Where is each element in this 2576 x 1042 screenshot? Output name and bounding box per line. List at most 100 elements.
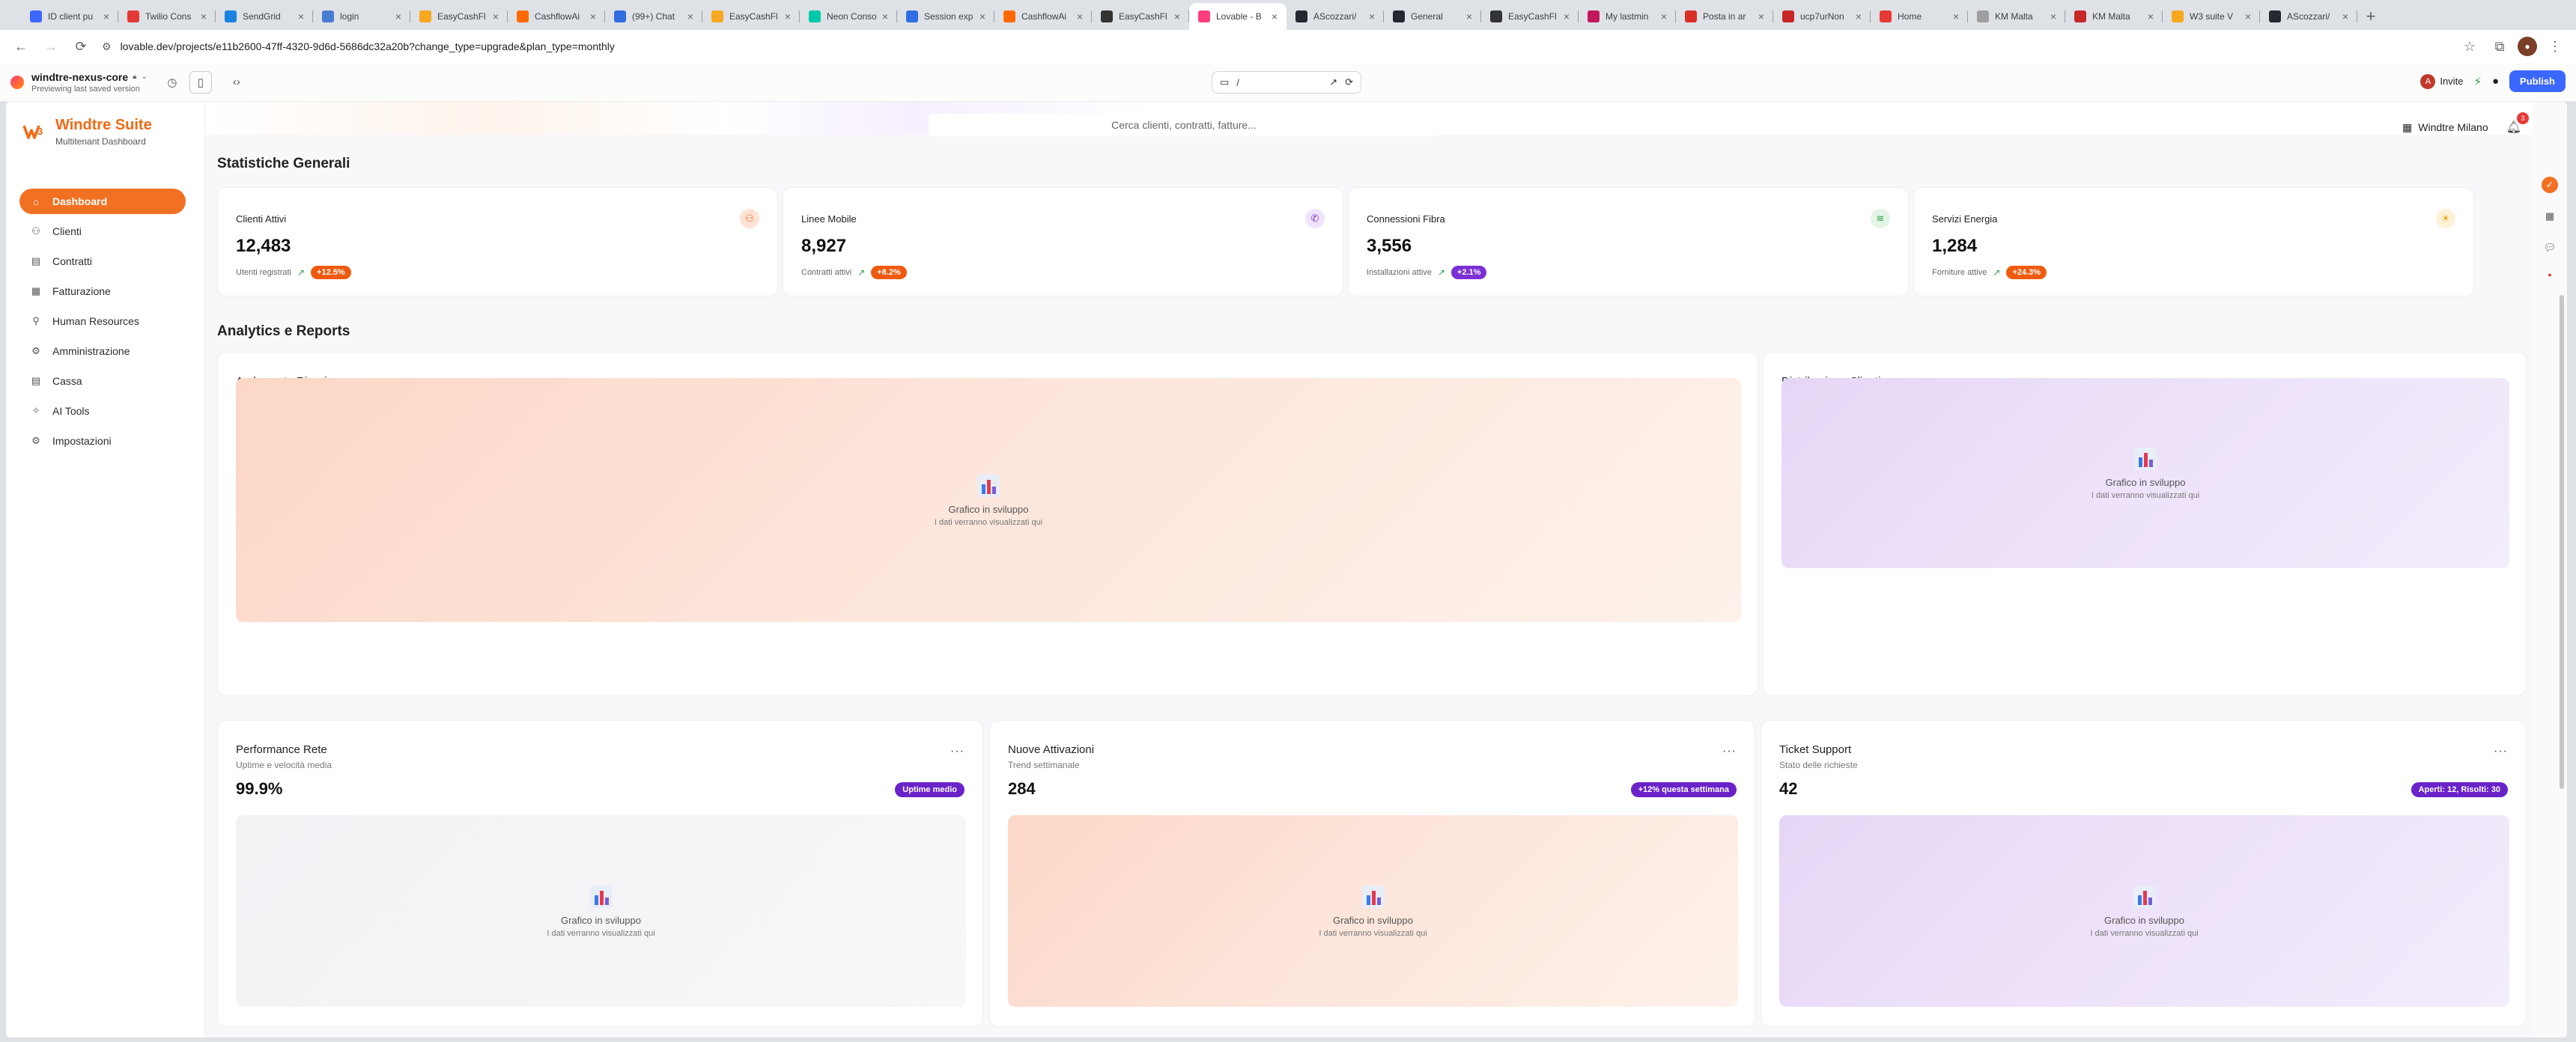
close-icon[interactable]: × xyxy=(1272,10,1278,22)
close-icon[interactable]: × xyxy=(1661,10,1667,22)
browser-tab[interactable]: login × xyxy=(313,3,410,30)
stat-value: 3,556 xyxy=(1367,236,1412,256)
tab-title: EasyCashFl xyxy=(437,11,486,22)
profile-avatar[interactable]: ● xyxy=(2518,37,2537,56)
browser-tab[interactable]: KM Malta × xyxy=(2065,3,2163,30)
close-icon[interactable]: × xyxy=(103,10,109,22)
bell-icon[interactable]: 🔔︎ 3 xyxy=(2506,112,2529,135)
browser-tab[interactable]: W3 suite V × xyxy=(2163,3,2260,30)
browser-tab[interactable]: Neon Conso × xyxy=(800,3,897,30)
browser-tab[interactable]: EasyCashFl × xyxy=(1092,3,1189,30)
browser-tab[interactable]: Posta in ar × xyxy=(1676,3,1773,30)
close-icon[interactable]: × xyxy=(1564,10,1570,22)
browser-tab[interactable]: Twilio Cons × xyxy=(118,3,216,30)
sidebar-item-cassa[interactable]: ▤ Cassa xyxy=(19,368,186,394)
sidebar-item-fatturazione[interactable]: ▦ Fatturazione xyxy=(19,278,186,304)
browser-tab[interactable]: EasyCashFl × xyxy=(410,3,508,30)
sidebar-item-contratti[interactable]: ▤ Contratti xyxy=(19,249,186,274)
browser-tab[interactable]: (99+) Chat × xyxy=(605,3,702,30)
new-tab-button[interactable]: + xyxy=(2357,3,2384,30)
sidebar-toggle-icon[interactable]: ▯ xyxy=(189,70,212,94)
preview-path-field[interactable]: ▭ / ↗ ⟳ xyxy=(1212,71,1361,94)
github-icon[interactable]: ● xyxy=(2492,75,2499,88)
close-icon[interactable]: × xyxy=(201,10,207,22)
bar-chart-icon xyxy=(1361,885,1385,909)
sidebar-item-human-resources[interactable]: ⚲ Human Resources xyxy=(19,308,186,334)
project-info[interactable]: windtre-nexus-core 🔒︎ ⌄ Previewing last … xyxy=(31,71,148,94)
close-icon[interactable]: × xyxy=(2245,10,2251,22)
close-icon[interactable]: × xyxy=(395,10,401,22)
more-options-icon[interactable]: ··· xyxy=(950,745,965,758)
close-icon[interactable]: × xyxy=(1953,10,1959,22)
close-icon[interactable]: × xyxy=(1466,10,1472,22)
tenant-selector[interactable]: ▦ Windtre Milano xyxy=(2402,121,2488,134)
stat-card[interactable]: Servizi Energia 1,284 Forniture attive ↗ +24… xyxy=(1913,187,2474,296)
browser-tab[interactable]: KM Malta × xyxy=(1968,3,2065,30)
sidebar-item-amministrazione[interactable]: ⚙ Amministrazione xyxy=(19,338,186,364)
back-button[interactable]: ← xyxy=(9,34,33,58)
open-external-icon[interactable]: ↗ xyxy=(1329,76,1337,88)
document-icon: ▤ xyxy=(31,375,41,386)
more-options-icon[interactable]: ··· xyxy=(2494,745,2508,758)
invite-button[interactable]: A Invite xyxy=(2420,73,2463,89)
scrollbar[interactable] xyxy=(2560,295,2564,789)
close-icon[interactable]: × xyxy=(1856,10,1862,22)
browser-tab[interactable]: Lovable - B × xyxy=(1189,3,1287,30)
close-icon[interactable]: × xyxy=(1758,10,1764,22)
extensions-icon[interactable]: ⧉ xyxy=(2488,34,2512,58)
close-icon[interactable]: × xyxy=(785,10,791,22)
sidebar-item-dashboard[interactable]: ⌂ Dashboard xyxy=(19,189,186,214)
bookmark-star-icon[interactable]: ☆ xyxy=(2458,34,2482,58)
address-bar[interactable]: ⚙ lovable.dev/projects/e11b2600-47ff-432… xyxy=(99,34,2452,58)
site-info-icon[interactable]: ⚙ xyxy=(102,40,112,53)
browser-tab[interactable]: General × xyxy=(1384,3,1481,30)
stat-card[interactable]: Connessioni Fibra 3,556 Installazioni atti… xyxy=(1348,187,1909,296)
browser-tab[interactable]: EasyCashFl × xyxy=(702,3,800,30)
close-icon[interactable]: × xyxy=(1369,10,1375,22)
browser-tab[interactable]: Home × xyxy=(1871,3,1968,30)
close-icon[interactable]: × xyxy=(687,10,693,22)
brand[interactable]: 3 Windtre Suite Multitenant Dashboard xyxy=(21,117,152,147)
calendar-icon[interactable]: ▦ xyxy=(2542,208,2558,225)
close-icon[interactable]: × xyxy=(882,10,888,22)
close-icon[interactable]: × xyxy=(590,10,596,22)
browser-tab[interactable]: CashflowAi × xyxy=(994,3,1092,30)
close-icon[interactable]: × xyxy=(298,10,304,22)
reload-button[interactable]: ⟳ xyxy=(69,34,93,58)
browser-tab[interactable]: ID client pu × xyxy=(21,3,118,30)
sidebar-item-ai-tools[interactable]: ✧ AI Tools xyxy=(19,398,186,424)
browser-tab[interactable]: CashflowAi × xyxy=(508,3,605,30)
browser-tab[interactable]: My lastmin × xyxy=(1579,3,1676,30)
close-icon[interactable]: × xyxy=(2050,10,2056,22)
close-icon[interactable]: × xyxy=(1174,10,1180,22)
forward-button[interactable]: → xyxy=(39,34,63,58)
code-icon[interactable]: ‹› xyxy=(225,71,248,94)
close-icon[interactable]: × xyxy=(2342,10,2348,22)
close-icon[interactable]: × xyxy=(979,10,985,22)
close-icon[interactable]: × xyxy=(2148,10,2154,22)
chat-icon[interactable]: 💬︎ xyxy=(2542,240,2558,256)
stat-card[interactable]: Clienti Attivi 12,483 Utenti registrati ↗ +1… xyxy=(217,187,778,296)
browser-tab[interactable]: Session exp × xyxy=(897,3,994,30)
refresh-icon[interactable]: ⟳ xyxy=(1345,76,1353,88)
lovable-logo[interactable] xyxy=(10,75,24,89)
browser-tab[interactable]: ucp7urNon × xyxy=(1773,3,1871,30)
calendar-check-icon[interactable]: ✓ xyxy=(2542,177,2558,193)
publish-button[interactable]: Publish xyxy=(2509,70,2566,92)
browser-tab[interactable]: EasyCashFl × xyxy=(1481,3,1579,30)
close-icon[interactable]: × xyxy=(493,10,499,22)
browser-menu-icon[interactable]: ⋮ xyxy=(2543,34,2567,58)
tab-favicon-icon xyxy=(1782,10,1794,22)
sidebar-item-clienti[interactable]: ⚇ Clienti xyxy=(19,219,186,244)
bolt-icon[interactable]: ⚡︎ xyxy=(2473,75,2482,88)
browser-tab[interactable]: AScozzari/ × xyxy=(2260,3,2357,30)
more-options-icon[interactable]: ··· xyxy=(1722,745,1737,758)
browser-tab[interactable]: SendGrid × xyxy=(216,3,313,30)
sidebar-item-impostazioni[interactable]: ⚙ Impostazioni xyxy=(19,428,186,454)
search-input[interactable]: Cerca clienti, contratti, fatture... xyxy=(929,114,1439,136)
tenant-name: Windtre Milano xyxy=(2418,121,2488,133)
stat-card[interactable]: Linee Mobile 8,927 Contratti attivi ↗ +8.2% ✆ xyxy=(783,187,1343,296)
browser-tab[interactable]: AScozzari/ × xyxy=(1287,3,1384,30)
close-icon[interactable]: × xyxy=(1077,10,1083,22)
history-icon[interactable]: ◷ xyxy=(161,71,183,94)
